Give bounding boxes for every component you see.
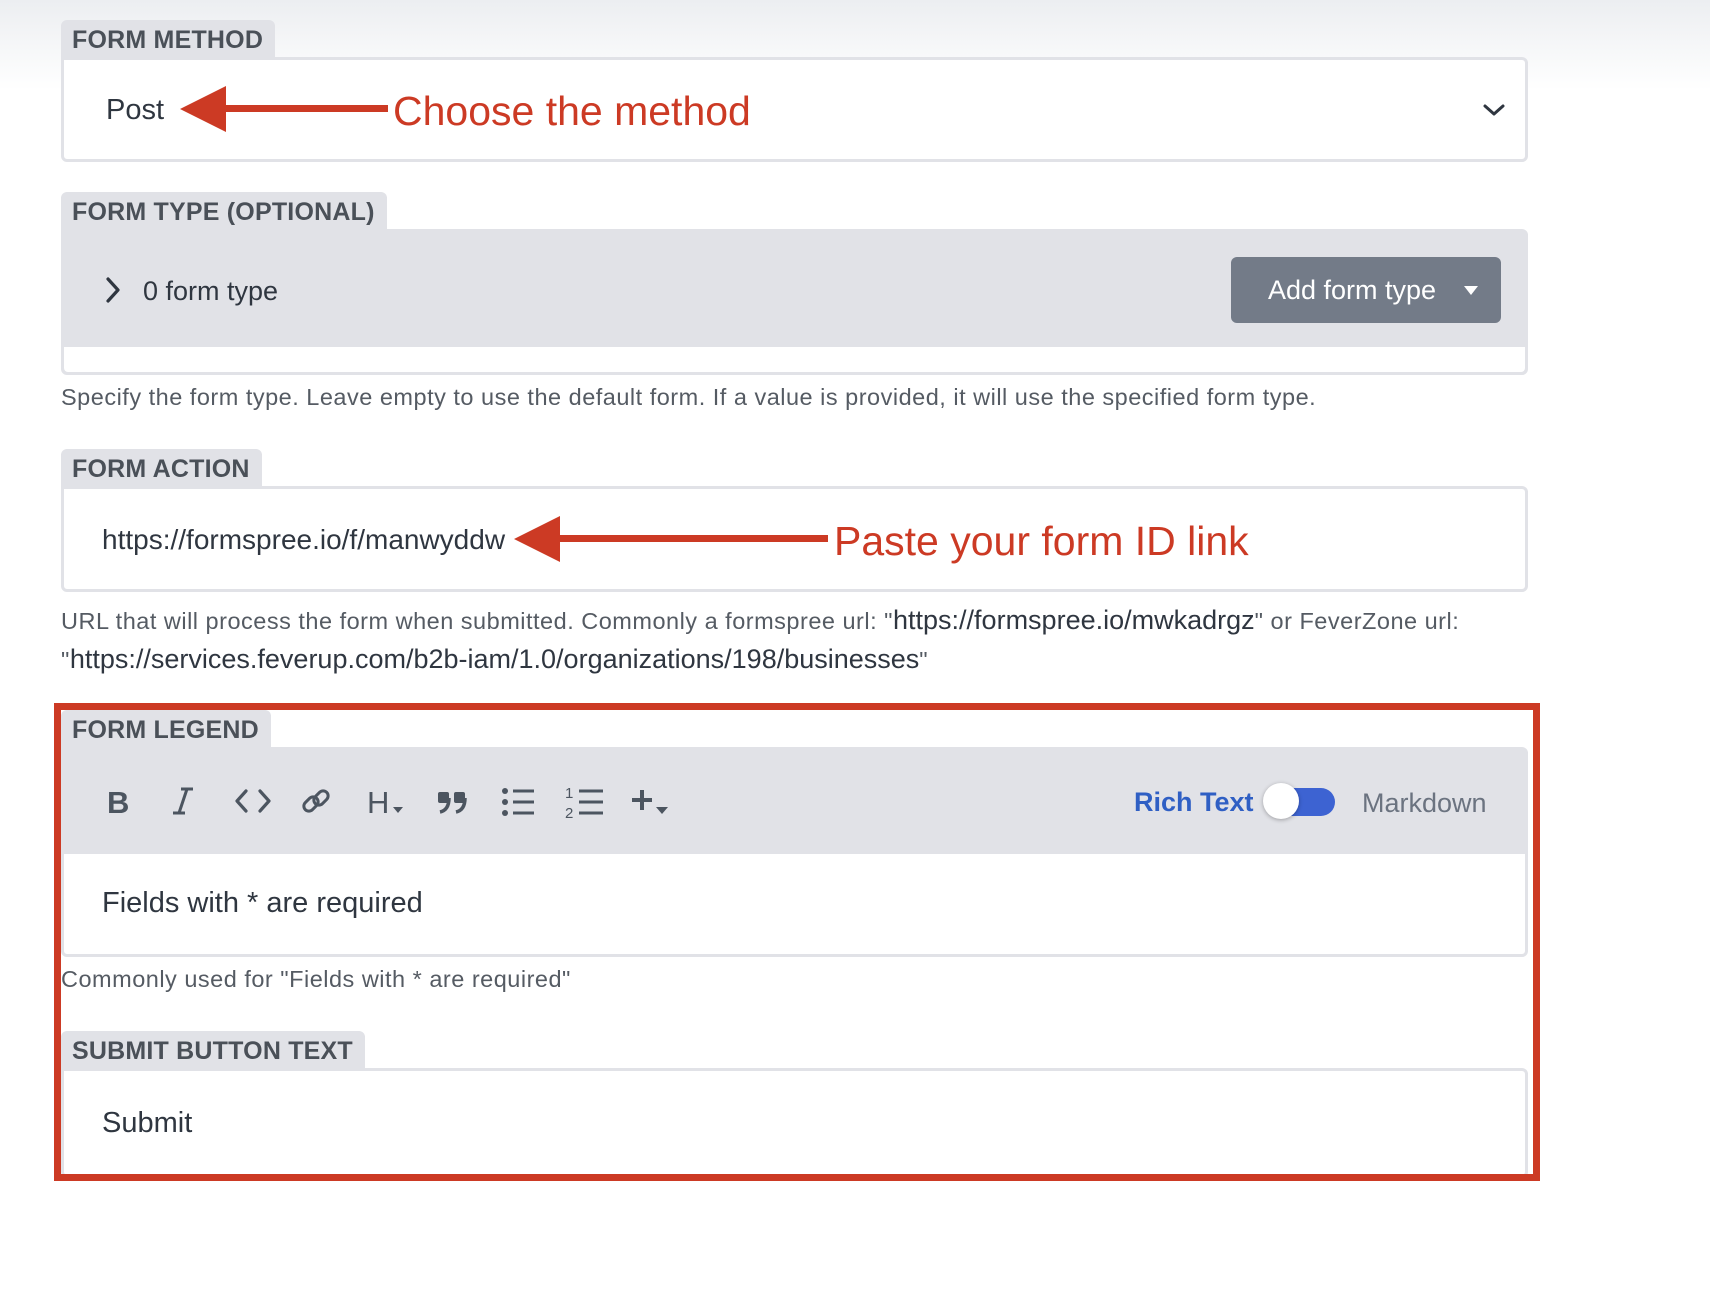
add-form-type-label: Add form type: [1268, 275, 1437, 305]
form-type-panel: 0 form type Add form type: [61, 229, 1528, 375]
form-method-label: FORM METHOD: [61, 20, 276, 58]
form-type-count: 0 form type: [143, 276, 279, 306]
caret-down-icon: [1464, 286, 1478, 295]
annotation-choose-method: Choose the method: [393, 88, 751, 134]
annotation-arrow: [180, 86, 388, 132]
form-type-help: Specify the form type. Leave empty to us…: [61, 384, 1317, 410]
annotation-arrow: [514, 516, 828, 562]
form-type-label: FORM TYPE (OPTIONAL): [61, 192, 387, 230]
form-action-help: URL that will process the form when subm…: [61, 601, 1521, 679]
form-method-value: Post: [106, 94, 165, 126]
chevron-right-icon[interactable]: [102, 276, 124, 304]
annotation-paste-form-id: Paste your form ID link: [834, 518, 1249, 564]
help-url-feverzone: https://services.feverup.com/b2b-iam/1.0…: [69, 644, 920, 674]
form-type-footer: [64, 347, 1525, 372]
help-text: URL that will process the form when subm…: [61, 608, 894, 634]
help-text: " or FeverZone url:: [1254, 608, 1460, 634]
help-url-formspree: https://formspree.io/mwkadrgz: [893, 605, 1255, 635]
help-text: ": [919, 647, 929, 673]
highlight-box: [54, 703, 1540, 1181]
help-text: ": [61, 647, 70, 673]
chevron-down-icon[interactable]: [1482, 100, 1506, 120]
add-form-type-button[interactable]: Add form type: [1231, 257, 1501, 323]
form-action-label: FORM ACTION: [61, 449, 262, 487]
form-action-value: https://formspree.io/f/manwyddw: [102, 524, 506, 555]
